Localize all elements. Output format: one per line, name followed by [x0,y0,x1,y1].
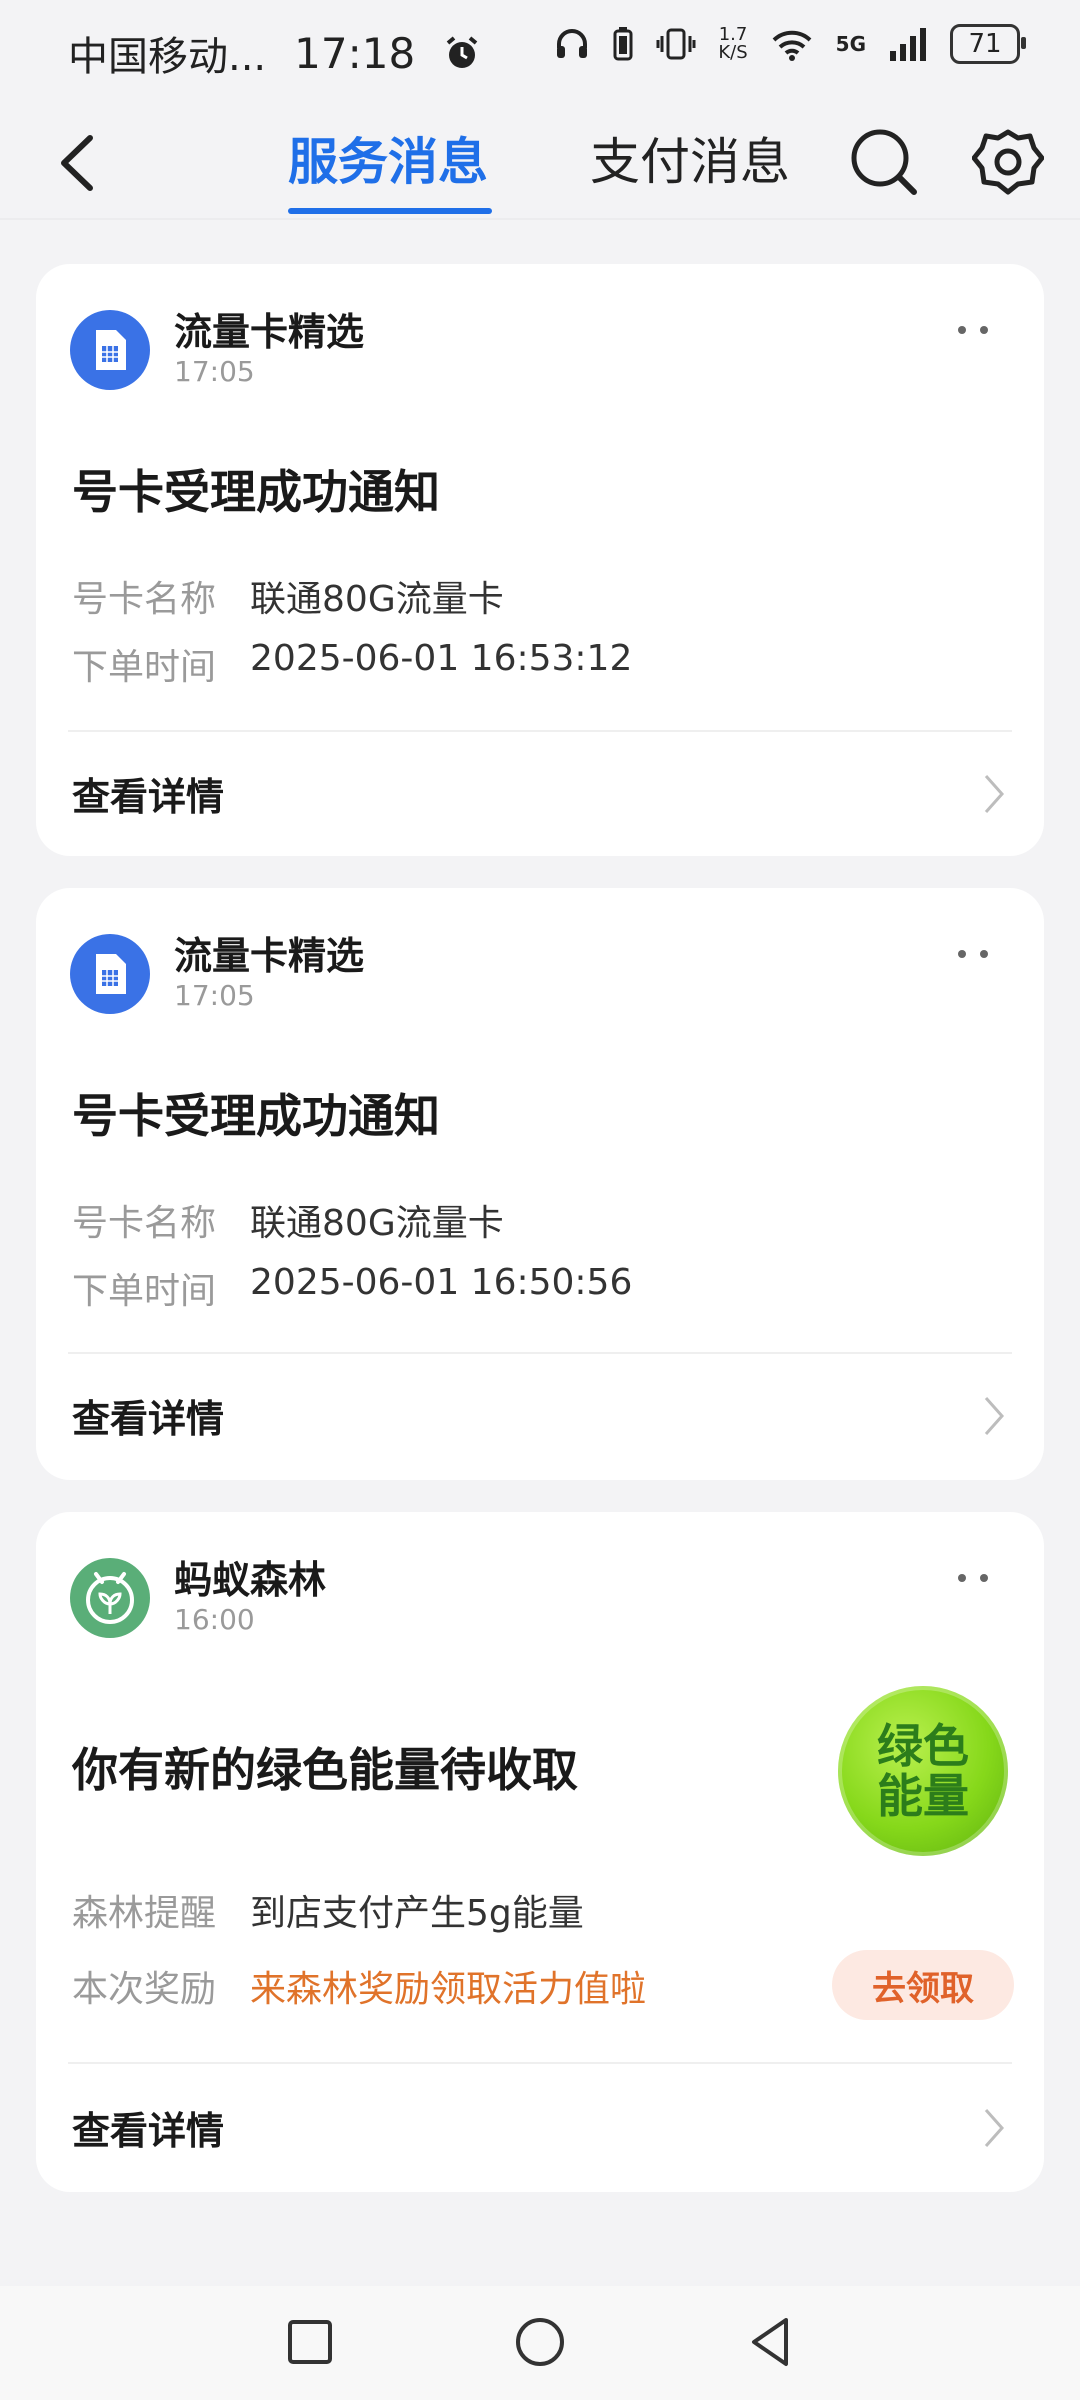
status-time: 17:18 [294,28,416,78]
view-details-link[interactable]: 查看详情 [72,1388,224,1443]
card-divider [68,2062,1012,2064]
info-row: 号卡名称 联通80G流量卡 [72,1194,504,1246]
row-label: 下单时间 [72,647,217,688]
row-label: 号卡名称 [72,579,217,620]
sprout-icon [86,1572,134,1624]
alarm-icon [446,36,478,68]
chevron-right-icon [984,2109,1005,2147]
row-value: 来森林奖励领取活力值啦 [250,1969,647,2010]
active-tab-indicator [288,208,492,214]
ant-forest-avatar [70,1558,150,1638]
row-value: 到店支付产生5g能量 [250,1893,584,1934]
chevron-right-icon [984,1397,1005,1435]
row-value: 2025-06-01 16:50:56 [250,1262,633,1303]
sim-card-avatar [70,934,150,1014]
headphones-icon [557,29,588,58]
network-type: 5G [835,32,866,56]
message-time: 16:00 [174,1603,255,1636]
green-energy-badge: 绿色 能量 [838,1686,1008,1856]
card-divider [68,1352,1012,1354]
badge-line-1: 绿色 [877,1719,969,1773]
system-nav-bar [0,2286,1080,2400]
more-options-icon[interactable] [958,950,988,960]
message-card[interactable]: 流量卡精选 17:05 号卡受理成功通知 号卡名称 联通80G流量卡 下单时间 … [36,264,1044,856]
sender-name: 蚂蚁森林 [174,1558,327,1602]
tab-payment-messages[interactable]: 支付消息 [590,122,790,194]
carrier-label: 中国移动... [68,34,267,80]
info-row: 本次奖励 来森林奖励领取活力值啦 [72,1960,646,2012]
card-title: 号卡受理成功通知 [72,1089,440,1143]
speed-unit: K/S [718,42,748,63]
sim-card-icon [96,954,126,994]
info-row: 下单时间 2025-06-01 16:50:56 [72,1262,632,1314]
row-value: 2025-06-01 16:53:12 [250,638,633,679]
recents-square-icon[interactable] [282,2314,338,2370]
row-label: 下单时间 [72,1271,217,1312]
wifi-icon [772,30,812,61]
row-value: 联通80G流量卡 [250,1203,504,1244]
vibrate-icon [656,28,696,60]
gear-icon[interactable] [972,126,1044,198]
tab-service-messages[interactable]: 服务消息 [288,122,488,194]
header-divider [0,218,1080,220]
network-speed: 1.7 K/S [718,26,747,62]
sender-name: 流量卡精选 [174,310,365,354]
row-label: 森林提醒 [72,1893,217,1934]
sim-card-avatar [70,310,150,390]
battery-icon: 71 [950,24,1026,64]
sim-card-icon [96,330,126,370]
more-options-icon[interactable] [958,1574,988,1584]
sender-name: 流量卡精选 [174,934,365,978]
row-label: 号卡名称 [72,1203,217,1244]
card-title: 号卡受理成功通知 [72,465,440,519]
card-divider [68,730,1012,732]
battery-level: 71 [968,29,1002,59]
badge-line-2: 能量 [877,1769,969,1823]
status-right: 1.7 K/S 5G 71 [554,24,1026,64]
signal-icon [890,28,926,61]
home-circle-icon[interactable] [512,2314,568,2370]
info-row: 下单时间 2025-06-01 16:53:12 [72,638,632,690]
message-card[interactable]: 流量卡精选 17:05 号卡受理成功通知 号卡名称 联通80G流量卡 下单时间 … [36,888,1044,1480]
row-value: 联通80G流量卡 [250,579,504,620]
card-title: 你有新的绿色能量待收取 [72,1743,578,1797]
message-time: 17:05 [174,979,255,1012]
card-header: 流量卡精选 17:05 [70,310,364,390]
top-nav: 服务消息 支付消息 [0,100,1080,220]
card-header: 蚂蚁森林 16:00 [70,1558,326,1638]
status-bar: 中国移动... 17:18 1.7 K/S 5G 71 [0,0,1080,100]
claim-button[interactable]: 去领取 [832,1950,1014,2020]
message-card[interactable]: 蚂蚁森林 16:00 你有新的绿色能量待收取 绿色 能量 森林提醒 到店支付产生… [36,1512,1044,2192]
view-details-link[interactable]: 查看详情 [72,766,224,821]
status-left: 中国移动... 17:18 [68,24,481,82]
message-time: 17:05 [174,355,255,388]
back-icon[interactable] [46,128,116,198]
info-row: 号卡名称 联通80G流量卡 [72,570,504,622]
row-label: 本次奖励 [72,1969,217,2010]
battery-saver-icon [613,27,633,61]
chevron-right-icon [984,775,1005,813]
more-options-icon[interactable] [958,326,988,336]
info-row: 森林提醒 到店支付产生5g能量 [72,1884,584,1936]
view-details-link[interactable]: 查看详情 [72,2100,224,2155]
back-triangle-icon[interactable] [742,2314,798,2370]
search-icon[interactable] [848,126,920,198]
card-header: 流量卡精选 17:05 [70,934,364,1014]
